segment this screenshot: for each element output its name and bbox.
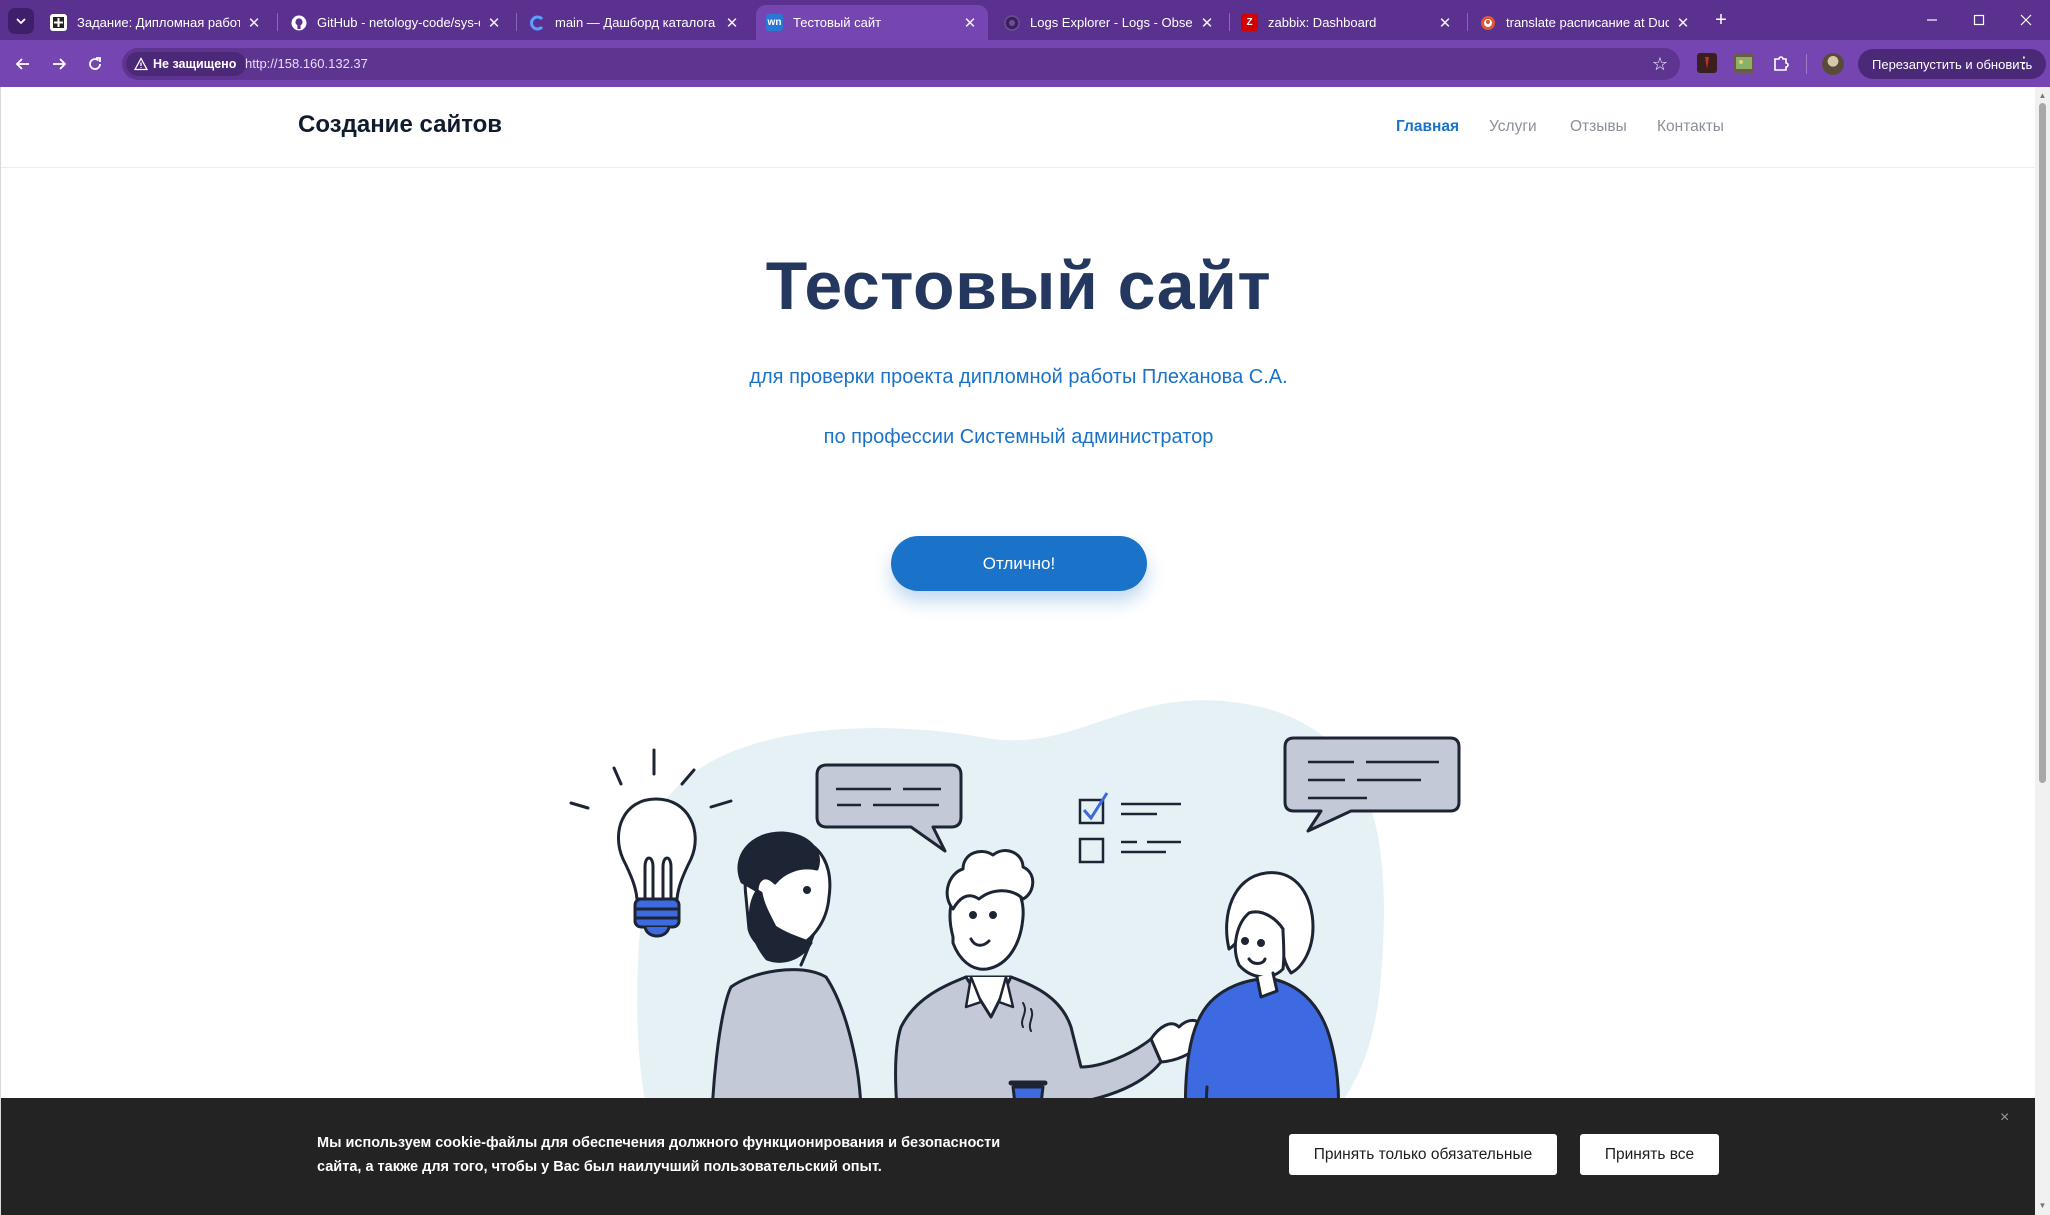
tab-title: GitHub - netology-code/sys-diplo... [317,15,480,30]
elastic-icon [1003,14,1020,31]
warning-icon [134,57,148,71]
close-icon[interactable]: ✕ [1199,14,1215,32]
url-text[interactable]: http://158.160.132.37 [245,56,368,71]
tab-separator [516,13,517,31]
security-chip[interactable]: Не защищено [126,52,247,76]
github-icon [290,14,307,31]
tab-search-button[interactable] [8,8,34,34]
reload-icon [89,57,101,70]
scroll-down-icon[interactable]: ▼ [2038,1201,2047,1210]
extension-icon[interactable] [1697,53,1717,73]
star-icon[interactable]: ☆ [1652,54,1668,74]
accept-all-cookies-button[interactable]: Принять все [1580,1134,1719,1175]
page-viewport: Создание сайтов Главная Услуги Отзывы Ко… [0,87,2035,1215]
tab-title: main — Дашборд каталога | Yan... [555,15,718,30]
close-icon[interactable]: × [2000,1109,2009,1127]
extension-image-icon[interactable] [1734,53,1754,73]
tab-test-site[interactable]: wn Тестовый сайт ✕ [756,5,988,40]
minimize-button[interactable] [1909,0,1955,40]
tab-title: translate расписание at DuckDu... [1506,15,1669,30]
nav-reviews[interactable]: Отзывы [1570,118,1627,136]
netology-icon [50,14,67,31]
tab-separator [277,13,278,31]
tab-zabbix[interactable]: Z zabbix: Dashboard ✕ [1231,5,1463,40]
yandex-cloud-icon [528,14,545,31]
hero-subtitle-profession: по профессии Системный администратор [823,426,1214,448]
maximize-icon [1973,14,1985,26]
close-icon[interactable]: ✕ [724,14,740,32]
hero-subtitle-project: для проверки проекта дипломной работы Пл… [749,366,1288,388]
cookie-text: Мы используем cookie-файлы для обеспечен… [317,1135,1001,1175]
tab-github[interactable]: GitHub - netology-code/sys-diplo... ✕ [280,5,512,40]
puzzle-icon[interactable] [1771,53,1791,73]
browser-toolbar: Не защищено http://158.160.132.37 ☆ Пере… [0,40,2050,87]
tab-strip: Задание: Дипломная работа по... ✕ GitHub… [0,0,2050,40]
close-icon[interactable]: ✕ [1675,14,1691,32]
wn-icon: wn [766,14,783,31]
close-icon [2020,14,2032,26]
forward-button[interactable] [46,51,72,77]
close-icon[interactable]: ✕ [962,14,978,32]
zabbix-icon: Z [1241,14,1258,31]
tab-netology[interactable]: Задание: Дипломная работа по... ✕ [40,5,272,40]
close-window-button[interactable] [2003,0,2049,40]
address-bar[interactable]: Не защищено http://158.160.132.37 ☆ [122,48,1680,80]
page-scrollbar[interactable]: ▲ ▼ [2035,87,2050,1215]
tab-title: zabbix: Dashboard [1268,15,1377,30]
arrow-left-icon [15,58,29,70]
accept-required-cookies-button[interactable]: Принять только обязательные [1289,1134,1557,1175]
nav-home[interactable]: Главная [1396,118,1459,136]
toolbar-divider [1806,54,1807,74]
tab-title: Logs Explorer - Logs - Observab... [1030,15,1193,30]
maximize-button[interactable] [1956,0,2002,40]
tab-separator [1467,13,1468,31]
more-menu-icon[interactable]: ⋮ [2014,54,2034,74]
tab-logs-explorer[interactable]: Logs Explorer - Logs - Observab... ✕ [993,5,1225,40]
cookie-banner: Мы используем cookie-файлы для обеспечен… [1,1098,2035,1215]
hero-cta-button[interactable]: Отлично! [891,536,1147,591]
close-icon[interactable]: ✕ [486,14,502,32]
tab-title: Задание: Дипломная работа по... [77,15,240,30]
arrow-right-icon [53,58,67,70]
tab-separator [1229,13,1230,31]
tab-title: Тестовый сайт [793,15,882,30]
close-icon[interactable]: ✕ [246,14,262,32]
tab-yandex-cloud[interactable]: main — Дашборд каталога | Yan... ✕ [518,5,750,40]
nav-contacts[interactable]: Контакты [1657,118,1724,136]
chevron-down-icon [16,18,26,25]
new-tab-button[interactable]: + [1709,8,1733,32]
back-button[interactable] [10,51,36,77]
scroll-up-icon[interactable]: ▲ [2038,91,2047,100]
plus-icon: + [1715,8,1727,31]
tab-duckduckgo[interactable]: translate расписание at DuckDu... ✕ [1469,5,1701,40]
minimize-icon [1927,19,1937,21]
security-label: Не защищено [153,57,237,71]
duckduckgo-icon [1479,14,1496,31]
nav-services[interactable]: Услуги [1489,118,1537,136]
profile-avatar[interactable] [1822,53,1844,75]
close-icon[interactable]: ✕ [1437,14,1453,32]
scroll-thumb[interactable] [2039,103,2046,783]
hero-title: Тестовый сайт [765,248,1272,324]
site-header: Создание сайтов Главная Услуги Отзывы Ко… [1,87,2035,168]
reload-button[interactable] [82,51,108,77]
site-brand[interactable]: Создание сайтов [298,111,502,139]
